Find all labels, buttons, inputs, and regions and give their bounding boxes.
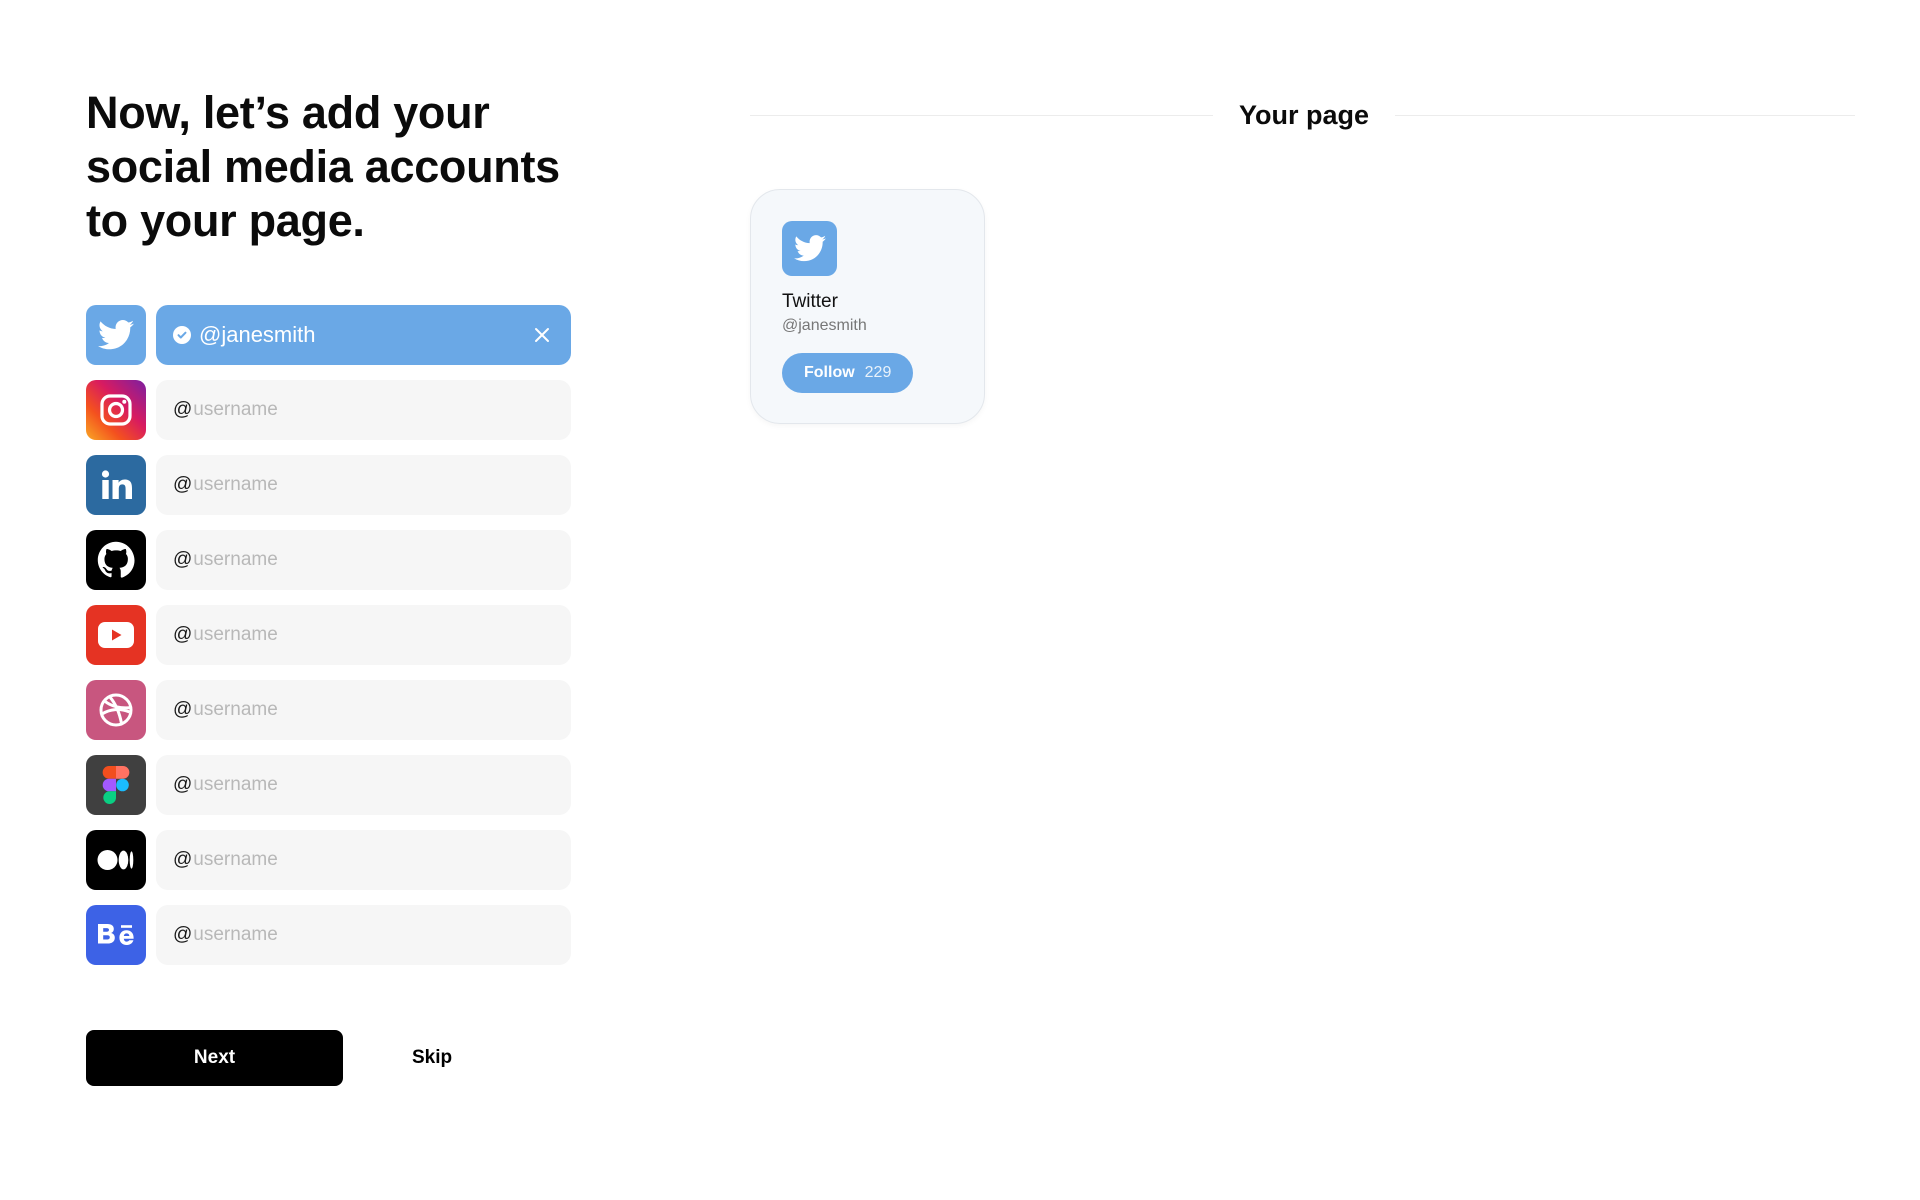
instagram-username-field[interactable]: @: [156, 380, 571, 440]
at-prefix: @: [173, 774, 193, 795]
at-prefix: @: [173, 474, 193, 495]
preview-title: Your page: [1238, 100, 1370, 130]
linkedin-icon: [86, 455, 146, 515]
social-accounts-list: @janesmith @ @: [86, 305, 576, 965]
onboarding-panel: Now, let’s add your social media account…: [86, 86, 576, 980]
linkedin-username-input[interactable]: [192, 474, 534, 496]
behance-username-field[interactable]: @: [156, 905, 571, 965]
account-row-figma: @: [86, 755, 576, 815]
youtube-icon: [86, 605, 146, 665]
account-row-dribbble: @: [86, 680, 576, 740]
figma-icon: [86, 755, 146, 815]
account-row-behance: @: [86, 905, 576, 965]
at-prefix: @: [173, 699, 193, 720]
at-prefix: @: [173, 924, 193, 945]
at-prefix: @: [173, 624, 193, 645]
twitter-icon: [86, 305, 146, 365]
at-prefix: @: [173, 549, 193, 570]
preview-header: Your page: [750, 95, 1855, 135]
account-row-instagram: @: [86, 380, 576, 440]
twitter-username-field[interactable]: @janesmith: [156, 305, 571, 365]
follow-button[interactable]: Follow 229: [782, 353, 914, 393]
dribbble-username-field[interactable]: @: [156, 680, 571, 740]
account-row-youtube: @: [86, 605, 576, 665]
youtube-username-field[interactable]: @: [156, 605, 571, 665]
github-username-input[interactable]: [192, 549, 534, 571]
behance-username-input[interactable]: [192, 924, 534, 946]
at-prefix: @: [173, 849, 193, 870]
card-platform-name: Twitter: [782, 291, 838, 312]
twitter-preview-card[interactable]: Twitter @janesmith Follow 229: [750, 189, 985, 424]
figma-username-input[interactable]: [192, 774, 534, 796]
dribbble-username-input[interactable]: [192, 699, 534, 721]
page-title: Now, let’s add your social media account…: [86, 87, 560, 246]
follower-count: 229: [864, 364, 892, 381]
account-row-github: @: [86, 530, 576, 590]
github-username-field[interactable]: @: [156, 530, 571, 590]
account-row-twitter: @janesmith: [86, 305, 576, 365]
skip-button[interactable]: Skip: [406, 1046, 458, 1070]
medium-username-field[interactable]: @: [156, 830, 571, 890]
medium-icon: [86, 830, 146, 890]
twitter-username-value: @janesmith: [199, 322, 316, 347]
at-prefix: @: [173, 399, 193, 420]
youtube-username-input[interactable]: [192, 624, 534, 646]
divider: [750, 115, 1213, 116]
account-row-linkedin: @: [86, 455, 576, 515]
verified-check-icon: [173, 326, 191, 344]
card-handle: @janesmith: [782, 317, 867, 334]
github-icon: [86, 530, 146, 590]
clear-icon[interactable]: [530, 323, 554, 347]
next-button[interactable]: Next: [86, 1030, 343, 1086]
medium-username-input[interactable]: [192, 849, 534, 871]
twitter-icon: [782, 221, 837, 276]
follow-label: Follow: [804, 364, 855, 381]
linkedin-username-field[interactable]: @: [156, 455, 571, 515]
divider: [1395, 115, 1855, 116]
instagram-username-input[interactable]: [192, 399, 534, 421]
footer-actions: Next Skip: [86, 1030, 458, 1086]
behance-icon: [86, 905, 146, 965]
dribbble-icon: [86, 680, 146, 740]
instagram-icon: [86, 380, 146, 440]
figma-username-field[interactable]: @: [156, 755, 571, 815]
account-row-medium: @: [86, 830, 576, 890]
